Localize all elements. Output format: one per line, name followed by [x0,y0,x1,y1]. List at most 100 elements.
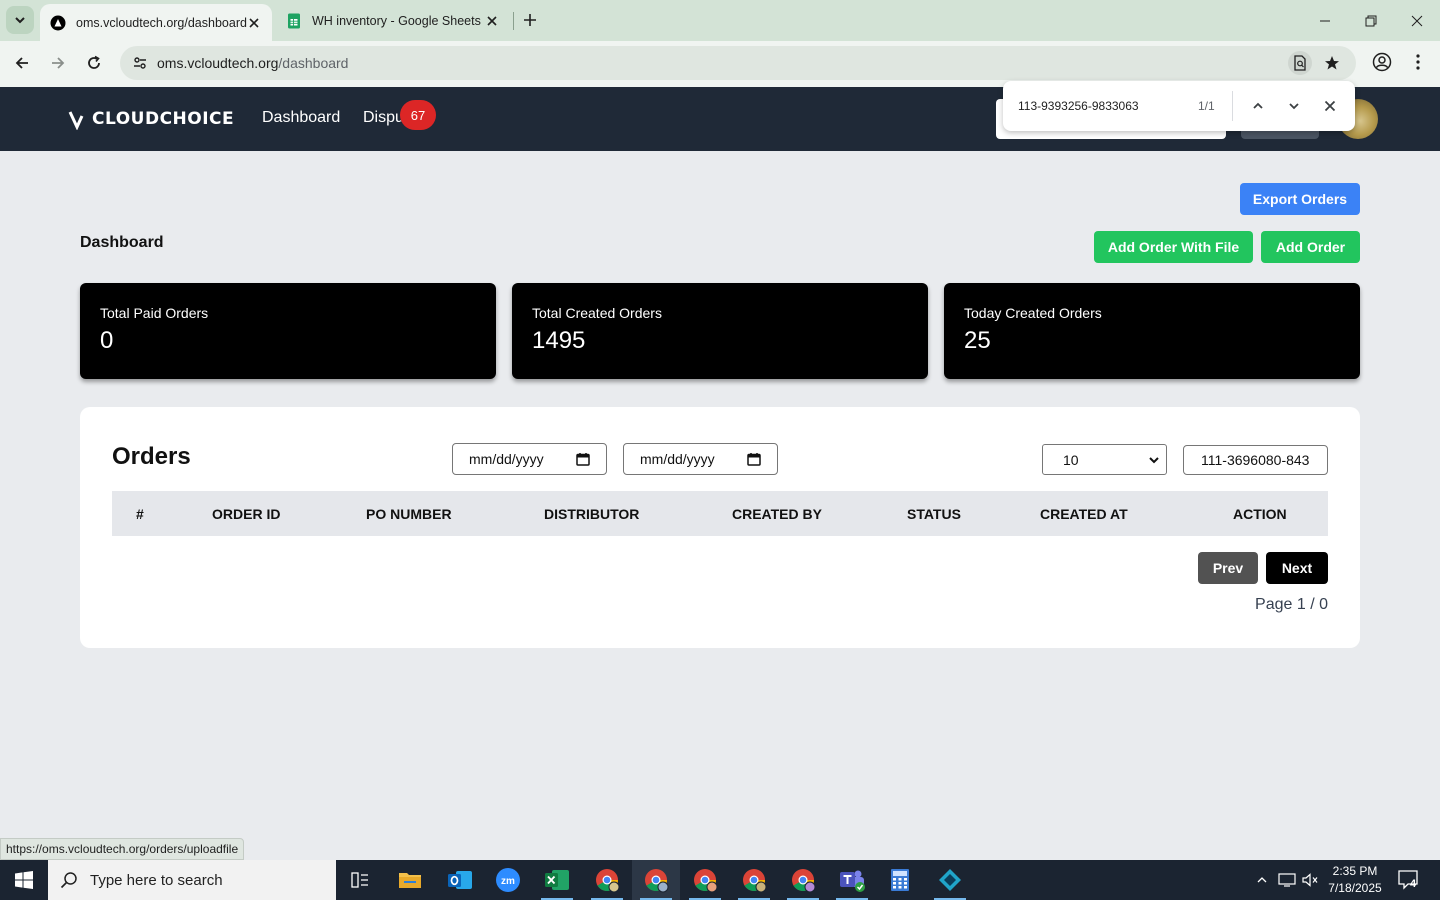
svg-text:zm: zm [501,876,515,887]
show-hidden-icons-icon[interactable] [1252,870,1272,890]
tab-dashboard[interactable]: oms.vcloudtech.org/dashboard [40,4,272,41]
stat-value: 25 [964,327,991,354]
find-separator [1232,91,1233,121]
profile-icon[interactable] [1370,50,1394,74]
restore-button[interactable] [1348,0,1394,41]
brand-logo[interactable]: CLOUDCHOICE [68,108,234,130]
find-match-count: 1/1 [1198,99,1215,113]
find-previous-button[interactable] [1246,94,1270,118]
stat-label: Total Paid Orders [100,305,209,321]
date-from-input[interactable]: mm/dd/yyyy [452,443,607,475]
brand-name: CLOUDCHOICE [92,109,235,129]
arrow-left-icon [15,57,28,69]
close-tab-icon[interactable] [484,13,500,29]
close-window-button[interactable] [1394,0,1440,41]
new-tab-button[interactable] [518,8,542,32]
back-button[interactable] [8,49,36,77]
date-to-placeholder: mm/dd/yyyy [640,451,715,467]
orders-table-header: # ORDER ID PO NUMBER DISTRIBUTOR CREATED… [112,491,1328,536]
stat-card-today-created-orders: Today Created Orders 25 [944,283,1360,379]
zoom-icon[interactable]: zm [484,860,532,900]
nav-link-dashboard[interactable]: Dashboard [262,109,340,127]
calculator-icon[interactable] [876,860,924,900]
taskbar-search-box[interactable]: Type here to search [48,860,336,900]
minimize-button[interactable] [1302,0,1348,41]
tab-wh-inventory[interactable]: WH inventory - Google Sheets [276,0,510,41]
page-size-value: 10 [1063,451,1079,468]
dispute-count-badge: 67 [400,100,436,130]
tab-search-button[interactable] [6,6,34,34]
forward-button[interactable] [44,49,72,77]
teams-icon[interactable] [828,860,876,900]
site-info-icon[interactable] [128,51,152,75]
app-icon[interactable] [926,860,974,900]
notification-count: 4 [1410,878,1417,890]
nav-link-disputes[interactable]: Dispu [363,109,404,127]
column-header-status: STATUS [907,506,961,522]
stat-label: Total Created Orders [532,305,662,321]
page-title: Dashboard [80,234,164,251]
windows-taskbar: Type here to search zm 2:35 PM 7/18/2025… [0,860,1440,900]
address-bar[interactable]: oms.vcloudtech.org/dashboard [120,46,1356,80]
stat-label: Today Created Orders [964,305,1102,321]
find-next-button[interactable] [1282,94,1306,118]
chrome-icon[interactable] [779,860,827,900]
chrome-icon[interactable] [632,860,680,900]
find-close-button[interactable] [1318,94,1342,118]
orders-panel: Orders mm/dd/yyyy mm/dd/yyyy 10 111-3696… [80,407,1360,648]
reload-icon [88,55,100,69]
prev-page-button[interactable]: Prev [1198,552,1258,584]
outlook-icon[interactable] [436,860,484,900]
date-to-input[interactable]: mm/dd/yyyy [623,443,778,475]
column-header-action: ACTION [1233,506,1287,522]
add-order-with-file-button[interactable]: Add Order With File [1094,231,1253,263]
tab-separator [513,12,514,30]
bookmark-star-icon[interactable] [1320,51,1344,75]
page-size-select[interactable]: 10 [1042,444,1167,475]
stat-card-total-paid-orders: Total Paid Orders 0 [80,283,496,379]
logo-mark-icon [68,111,84,130]
search-icon [60,872,77,889]
export-orders-button[interactable]: Export Orders [1240,183,1360,215]
reload-button[interactable] [80,49,108,77]
volume-muted-icon[interactable] [1300,870,1320,890]
orders-title: Orders [112,443,191,470]
chevron-down-icon [15,17,25,24]
notification-center-icon[interactable]: 4 [1396,868,1422,892]
chrome-icon[interactable] [583,860,631,900]
calendar-icon[interactable] [747,452,761,466]
column-header-order-id: ORDER ID [212,506,281,522]
column-header-distributor: DISTRIBUTOR [544,506,640,522]
tab-title: WH inventory - Google Sheets [312,13,481,28]
chrome-icon[interactable] [730,860,778,900]
next-page-button[interactable]: Next [1266,552,1328,584]
add-order-button[interactable]: Add Order [1261,231,1360,263]
excel-icon[interactable] [533,860,581,900]
find-query-input[interactable]: 113-9393256-9833063 [1018,99,1139,113]
tab-title: oms.vcloudtech.org/dashboard [76,15,247,30]
browser-menu-icon[interactable] [1406,50,1430,74]
start-button[interactable] [0,860,48,900]
network-icon[interactable] [1277,870,1297,890]
chevron-down-icon [1289,103,1299,110]
chrome-icon[interactable] [681,860,729,900]
clock-time: 2:35 PM [1332,864,1378,878]
calendar-icon[interactable] [576,452,590,466]
arrow-right-icon [52,57,65,69]
url-text: oms.vcloudtech.org/dashboard [157,55,349,71]
column-header-created-at: CREATED AT [1040,506,1128,522]
close-icon [1324,100,1336,112]
close-tab-icon[interactable] [246,15,262,31]
page-info: Page 1 / 0 [1255,596,1328,613]
taskbar-clock[interactable]: 2:35 PM 7/18/2025 [1320,863,1390,897]
stat-card-total-created-orders: Total Created Orders 1495 [512,283,928,379]
find-in-page-icon[interactable] [1288,51,1312,75]
taskbar-search-placeholder: Type here to search [90,871,223,889]
windows-logo-icon [15,871,33,889]
task-view-icon[interactable] [336,860,384,900]
file-explorer-icon[interactable] [386,860,434,900]
column-header-po-number: PO NUMBER [366,506,452,522]
order-search-input[interactable]: 111-3696080-843 [1183,445,1328,475]
column-header-created-by: CREATED BY [732,506,822,522]
clock-date: 7/18/2025 [1328,881,1382,895]
